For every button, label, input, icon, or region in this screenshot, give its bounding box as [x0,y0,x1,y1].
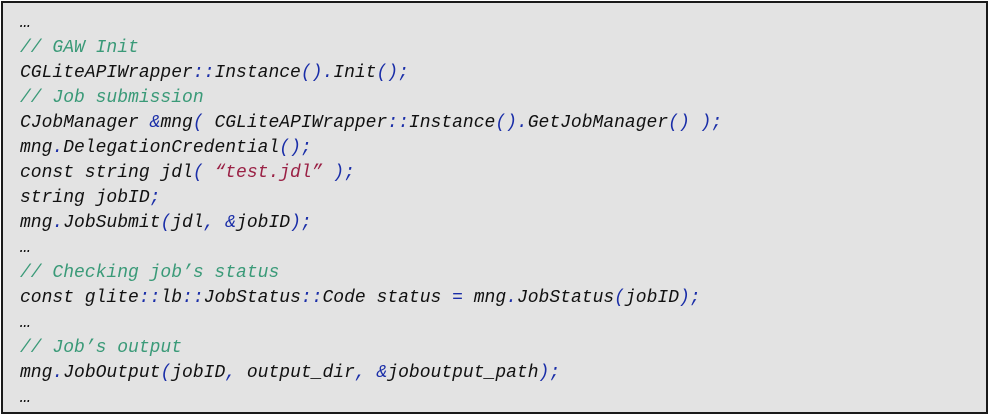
code-punctuation: , [225,363,247,383]
code-line: const glite::lb::JobStatus::Code status … [20,286,722,311]
code-comment: // Job’s output [20,338,183,358]
code-punctuation: = [452,288,463,308]
code-token: jobID [171,363,226,383]
code-punctuation: ( [614,288,625,308]
code-punctuation: (). [495,113,528,133]
code-string-literal: “test.jdl” [214,163,323,183]
code-punctuation: ; [149,188,161,208]
code-punctuation: (); [279,138,312,158]
code-line: … [20,236,722,261]
code-token: mng [160,113,193,133]
code-punctuation: ( [192,163,215,183]
code-line: // Job’s output [20,336,722,361]
code-token: GetJobManager [527,113,669,133]
code-token: JobStatus [516,288,615,308]
code-comment: // Job submission [20,88,204,108]
code-token: mng [20,363,53,383]
code-punctuation: () ); [668,113,723,133]
code-token: joboutput_path [387,363,539,383]
code-token: … [20,388,31,408]
code-token: mng [462,288,507,308]
code-punctuation: :: [182,288,204,308]
code-line: mng.JobOutput(jobID, output_dir, &jobout… [20,361,722,386]
code-token: jobID [624,288,679,308]
code-punctuation: :: [138,288,161,308]
code-token: jdl [171,213,204,233]
code-token: JobSubmit [63,213,161,233]
code-token: output_dir [246,363,355,383]
code-token: … [20,313,31,333]
code-line: … [20,386,722,411]
code-line: // Job submission [20,86,722,111]
code-token: … [20,13,31,33]
code-line: … [20,11,722,36]
code-punctuation: :: [192,63,215,83]
code-listing: …// GAW Init CGLiteAPIWrapper::Instance()… [20,11,722,411]
code-token: Init [333,63,377,83]
code-line: CGLiteAPIWrapper::Instance().Init(); [20,61,722,86]
code-token: mng [20,138,53,158]
code-comment: // Checking job’s status [20,263,280,283]
code-listing-box: …// GAW Init CGLiteAPIWrapper::Instance()… [1,1,988,414]
code-token: const glite [20,288,139,308]
code-token: … [20,238,31,258]
code-punctuation: & [149,113,161,133]
code-punctuation: . [52,213,64,233]
code-line: // GAW Init [20,36,722,61]
code-line: CJobManager &mng( CGLiteAPIWrapper::Inst… [20,111,722,136]
code-punctuation: , & [203,213,237,233]
code-punctuation: . [52,138,64,158]
code-punctuation: :: [300,288,323,308]
code-token: DelegationCredential [63,138,280,158]
code-comment: // GAW Init [20,38,139,58]
code-token: lb [160,288,183,308]
code-token: string jobID [20,188,150,208]
code-punctuation: ( [192,113,215,133]
code-token: JobStatus [203,288,301,308]
code-line: … [20,311,722,336]
code-token: CGLiteAPIWrapper [214,113,388,133]
code-line: // Checking job’s status [20,261,722,286]
code-punctuation: ); [679,288,701,308]
code-punctuation: . [506,288,517,308]
code-punctuation: ( [160,363,172,383]
code-punctuation: ); [322,163,355,183]
code-punctuation: :: [387,113,409,133]
code-line: const string jdl( “test.jdl” ); [20,161,722,186]
code-punctuation: ); [538,363,561,383]
code-token: CGLiteAPIWrapper [20,63,193,83]
code-punctuation: , & [354,363,388,383]
code-punctuation: ); [290,213,312,233]
code-token: Code status [322,288,453,308]
code-token: JobOutput [63,363,161,383]
code-punctuation: (). [300,63,334,83]
code-token: CJobManager [20,113,150,133]
code-line: mng.DelegationCredential(); [20,136,722,161]
code-token: const string jdl [20,163,193,183]
code-punctuation: . [52,363,64,383]
code-token: jobID [236,213,291,233]
code-punctuation: ( [160,213,172,233]
code-token: mng [20,213,53,233]
code-token: Instance [214,63,301,83]
code-line: mng.JobSubmit(jdl, &jobID); [20,211,722,236]
code-line: string jobID; [20,186,722,211]
code-token: Instance [408,113,496,133]
code-punctuation: (); [376,63,409,83]
